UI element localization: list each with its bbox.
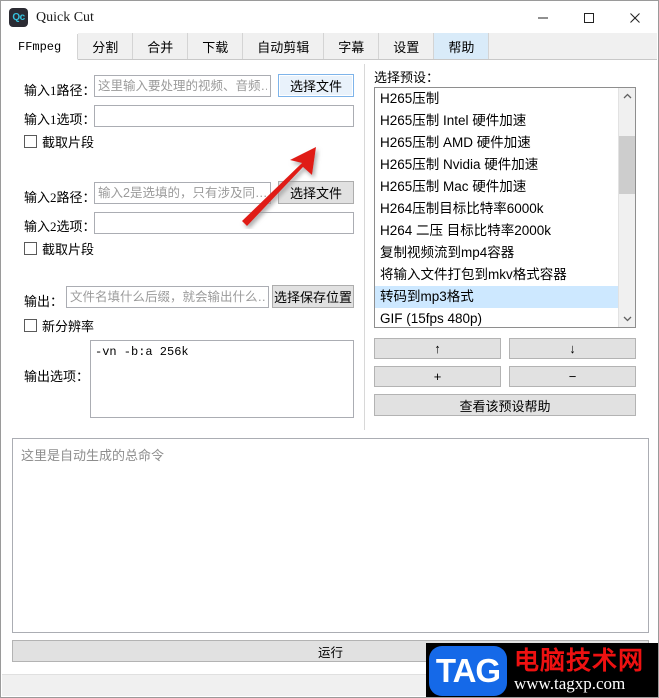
quick-cut-window: Qc Quick Cut FFmpeg 分割 合并 下载 自动剪辑 字幕 设置 … [0,0,659,698]
new-resolution-label: 新分辨率 [42,319,95,334]
input1-choose-file-button[interactable]: 选择文件 [278,74,354,97]
preset-remove-button[interactable]: − [509,366,636,387]
preset-item[interactable]: GIF (15fps 480p) [375,308,619,327]
preset-help-button[interactable]: 查看该预设帮助 [374,394,636,416]
tab-bar: FFmpeg 分割 合并 下载 自动剪辑 字幕 设置 帮助 [2,33,657,60]
input1-options-input[interactable] [94,105,354,127]
command-textarea[interactable] [13,439,648,632]
checkbox-box-icon [24,242,37,255]
chevron-down-icon [623,316,632,322]
checkbox-box-icon [24,319,37,332]
preset-listbox[interactable]: H265压制 H265压制 Intel 硬件加速 H265压制 AMD 硬件加速… [374,87,636,328]
app-icon: Qc [9,8,28,27]
input2-choose-file-button[interactable]: 选择文件 [278,181,354,204]
preset-item[interactable]: H265压制 Nvidia 硬件加速 [375,154,619,176]
output-options-textarea[interactable] [90,340,354,418]
watermark: TAG 电脑技术网 www.tagxp.com [426,643,658,697]
tab-settings[interactable]: 设置 [379,33,435,59]
preset-move-up-button[interactable]: ↑ [374,338,501,359]
preset-item[interactable]: H265压制 [375,88,619,110]
preset-item[interactable]: H265压制 AMD 硬件加速 [375,132,619,154]
output-options-label: 输出选项： [24,369,90,384]
window-title: Quick Cut [36,9,94,25]
scroll-up-button[interactable] [619,88,635,105]
tab-download[interactable]: 下载 [188,33,244,59]
preset-list-inner: H265压制 H265压制 Intel 硬件加速 H265压制 AMD 硬件加速… [375,88,619,327]
output-path-input[interactable] [66,286,269,308]
preset-item-selected[interactable]: 转码到mp3格式 [375,286,619,308]
preset-title: 选择预设： [374,70,440,85]
scrollbar-thumb[interactable] [619,136,635,194]
clip2-checkbox-label: 截取片段 [42,242,95,257]
maximize-icon [584,12,594,23]
checkbox-box-icon [24,135,37,148]
watermark-tag-logo: TAG [429,646,507,696]
tab-ffmpeg[interactable]: FFmpeg [2,34,79,60]
maximize-button[interactable] [566,1,612,34]
preset-panel: 选择预设： H265压制 H265压制 Intel 硬件加速 H265压制 AM… [372,61,657,432]
preset-scrollbar[interactable] [618,88,635,327]
window-controls [520,1,658,34]
tab-help[interactable]: 帮助 [434,33,490,59]
tab-filler [489,33,657,59]
preset-item[interactable]: H265压制 Mac 硬件加速 [375,176,619,198]
preset-item[interactable]: 将输入文件打包到mkv格式容器 [375,264,619,286]
input1-path-label: 输入1路径： [24,83,96,98]
tab-merge[interactable]: 合并 [133,33,189,59]
command-output-area [12,438,649,633]
minimize-button[interactable] [520,1,566,34]
clip1-checkbox-label: 截取片段 [42,135,95,150]
tab-auto-edit[interactable]: 自动剪辑 [243,33,325,59]
output-label: 输出： [24,294,64,309]
input1-options-label: 输入1选项： [24,112,96,127]
input1-path-input[interactable] [94,75,271,97]
preset-item[interactable]: H265压制 Intel 硬件加速 [375,110,619,132]
choose-save-location-button[interactable]: 选择保存位置 [272,285,354,308]
clip2-checkbox[interactable]: 截取片段 [24,239,94,258]
preset-item[interactable]: 复制视频流到mp4容器 [375,242,619,264]
minimize-icon [538,17,548,18]
watermark-text: 电脑技术网 www.tagxp.com [514,647,645,694]
panel-divider [364,64,365,430]
input2-options-input[interactable] [94,212,354,234]
close-icon [630,12,640,23]
input2-path-input[interactable] [94,182,271,204]
chevron-up-icon [623,93,632,99]
clip1-checkbox[interactable]: 截取片段 [24,132,94,151]
preset-item[interactable]: H264 二压 目标比特率2000k [375,220,619,242]
ffmpeg-panel: 输入1路径： 选择文件 输入1选项： 截取片段 输入2路径： 选择文件 输入2选… [2,61,657,697]
left-form-panel: 输入1路径： 选择文件 输入1选项： 截取片段 输入2路径： 选择文件 输入2选… [2,61,364,432]
title-bar: Qc Quick Cut [1,1,658,34]
tab-subtitle[interactable]: 字幕 [324,33,380,59]
watermark-site-name: 电脑技术网 [514,647,645,675]
input2-path-label: 输入2路径： [24,190,96,205]
preset-item[interactable]: H264压制目标比特率6000k [375,198,619,220]
watermark-url: www.tagxp.com [514,673,626,693]
new-resolution-checkbox[interactable]: 新分辨率 [24,316,94,335]
preset-add-button[interactable]: + [374,366,501,387]
tab-split[interactable]: 分割 [78,33,134,59]
preset-move-down-button[interactable]: ↓ [509,338,636,359]
close-button[interactable] [612,1,658,34]
input2-options-label: 输入2选项： [24,219,96,234]
scroll-down-button[interactable] [619,310,635,327]
